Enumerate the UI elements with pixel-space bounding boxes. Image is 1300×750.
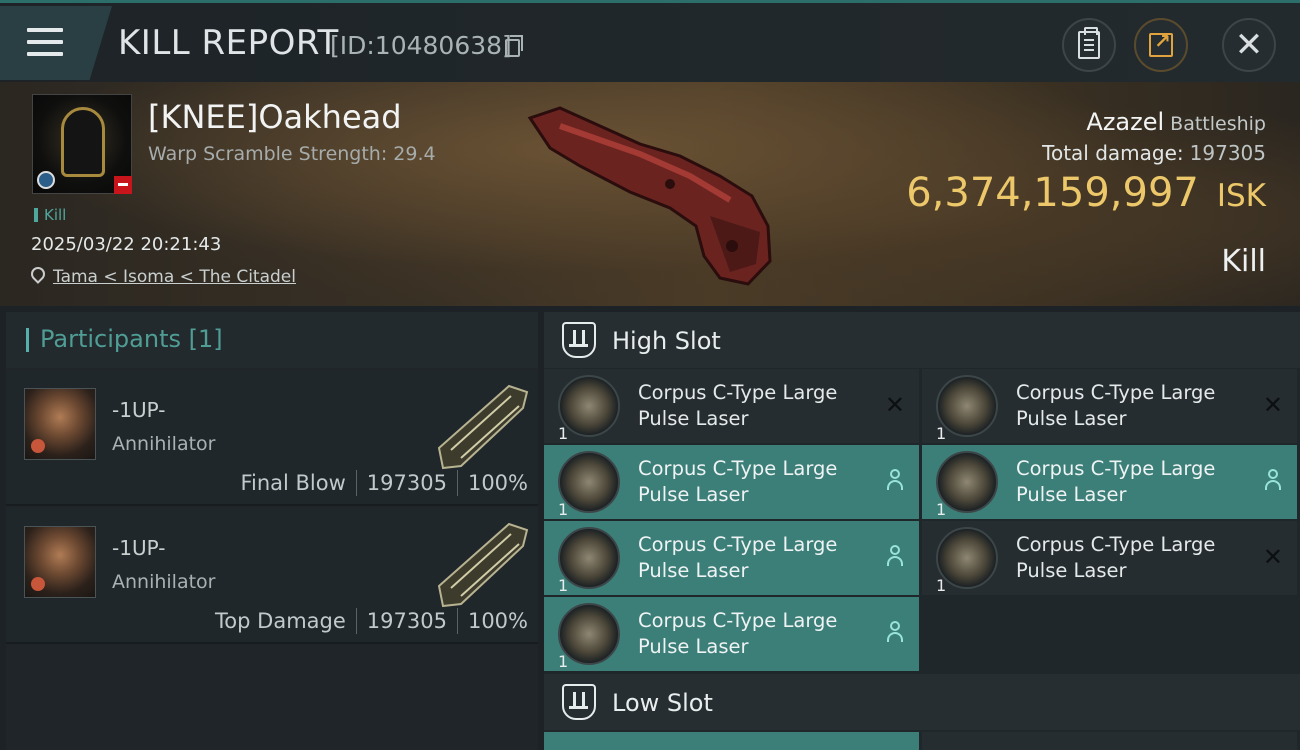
low-slot-header: Low Slot	[544, 674, 1300, 730]
participant-row[interactable]: -1UP- Annihilator Final Blow 197305 100%	[6, 370, 538, 506]
module-item-partial[interactable]	[544, 732, 919, 750]
participant-ship: Annihilator	[112, 571, 216, 593]
participant-ship-image	[437, 522, 529, 608]
high-slot-header: High Slot	[544, 312, 1300, 368]
location-pin-icon	[28, 264, 48, 284]
victim-portrait[interactable]	[32, 94, 132, 194]
destroyed-icon: ✕	[884, 391, 905, 419]
dropped-person-icon	[1265, 469, 1281, 491]
participant-portrait[interactable]	[24, 526, 96, 598]
kill-result: Kill	[1221, 244, 1266, 279]
victim-banner: [KNEE]Oakhead Warp Scramble Strength: 29…	[0, 82, 1300, 306]
destroyed-icon: ✕	[1262, 391, 1283, 419]
close-button[interactable]: ✕	[1222, 18, 1276, 72]
report-id: [ID:10480638]	[330, 31, 512, 60]
dropped-person-icon	[887, 545, 903, 567]
participant-row[interactable]: -1UP- Annihilator Top Damage 197305 100%	[6, 508, 538, 644]
victim-name[interactable]: [KNEE]Oakhead	[148, 98, 402, 136]
clipboard-button[interactable]	[1062, 18, 1116, 72]
pulse-laser-icon: 1	[558, 603, 620, 671]
corporation-icon	[37, 171, 55, 189]
title-bar: KILL REPORT [ID:10480638] ✕	[0, 0, 1300, 82]
clipboard-icon	[1078, 27, 1100, 59]
participant-ship-image	[437, 384, 529, 470]
participant-name: -1UP-	[112, 398, 166, 422]
share-button[interactable]	[1134, 18, 1188, 72]
menu-button[interactable]	[0, 6, 112, 80]
total-damage: Total damage: 197305	[1042, 141, 1266, 165]
participant-name: -1UP-	[112, 536, 166, 560]
standing-minus-icon	[114, 176, 132, 194]
module-item[interactable]: 1 Corpus C-Type Large Pulse Laser	[544, 445, 919, 519]
module-item[interactable]: 1 Corpus C-Type Large Pulse Laser	[544, 521, 919, 595]
pulse-laser-icon: 1	[558, 451, 620, 519]
fitting-panel: High Slot 1 Corpus C-Type Large Pulse La…	[544, 312, 1300, 750]
dropped-person-icon	[887, 469, 903, 491]
module-item-partial[interactable]	[922, 732, 1297, 750]
participant-portrait[interactable]	[24, 388, 96, 460]
participants-panel: Participants [1] -1UP- Annihilator Final…	[6, 312, 538, 750]
module-item[interactable]: 1 Corpus C-Type Large Pulse Laser ✕	[544, 369, 919, 443]
module-item[interactable]: 1 Corpus C-Type Large Pulse Laser	[922, 445, 1297, 519]
pulse-laser-icon: 1	[936, 527, 998, 595]
high-slot-icon	[562, 322, 596, 358]
participant-ship: Annihilator	[112, 433, 216, 455]
pulse-laser-icon: 1	[558, 375, 620, 443]
victim-ship-image	[527, 106, 772, 286]
participants-header: Participants [1]	[6, 312, 538, 368]
pulse-laser-icon: 1	[558, 527, 620, 595]
pulse-laser-icon: 1	[936, 375, 998, 443]
location-link[interactable]: Tama < Isoma < The Citadel	[53, 267, 296, 287]
kill-datetime: 2025/03/22 20:21:43	[31, 234, 222, 255]
dropped-person-icon	[887, 621, 903, 643]
kill-tag: Kill	[34, 206, 66, 224]
hamburger-icon	[27, 28, 63, 64]
isk-value: 6,374,159,997 ISK	[906, 170, 1266, 216]
share-icon	[1149, 29, 1173, 57]
module-item[interactable]: 1 Corpus C-Type Large Pulse Laser ✕	[922, 521, 1297, 595]
victim-ship[interactable]: Azazel Battleship	[1086, 108, 1266, 136]
module-item[interactable]: 1 Corpus C-Type Large Pulse Laser ✕	[922, 369, 1297, 443]
participants-label: Participants [1]	[40, 325, 223, 353]
close-icon: ✕	[1234, 25, 1264, 65]
destroyed-icon: ✕	[1262, 543, 1283, 571]
corporation-icon	[31, 577, 45, 591]
participant-stats: Top Damage 197305 100%	[215, 608, 528, 634]
copy-icon[interactable]	[505, 35, 523, 57]
participant-stats: Final Blow 197305 100%	[240, 470, 528, 496]
module-item[interactable]: 1 Corpus C-Type Large Pulse Laser	[544, 597, 919, 671]
pulse-laser-icon: 1	[936, 451, 998, 519]
warp-scramble-strength: Warp Scramble Strength: 29.4	[148, 143, 436, 165]
corporation-icon	[31, 439, 45, 453]
page-title: KILL REPORT	[118, 23, 339, 63]
low-slot-icon	[562, 684, 596, 720]
